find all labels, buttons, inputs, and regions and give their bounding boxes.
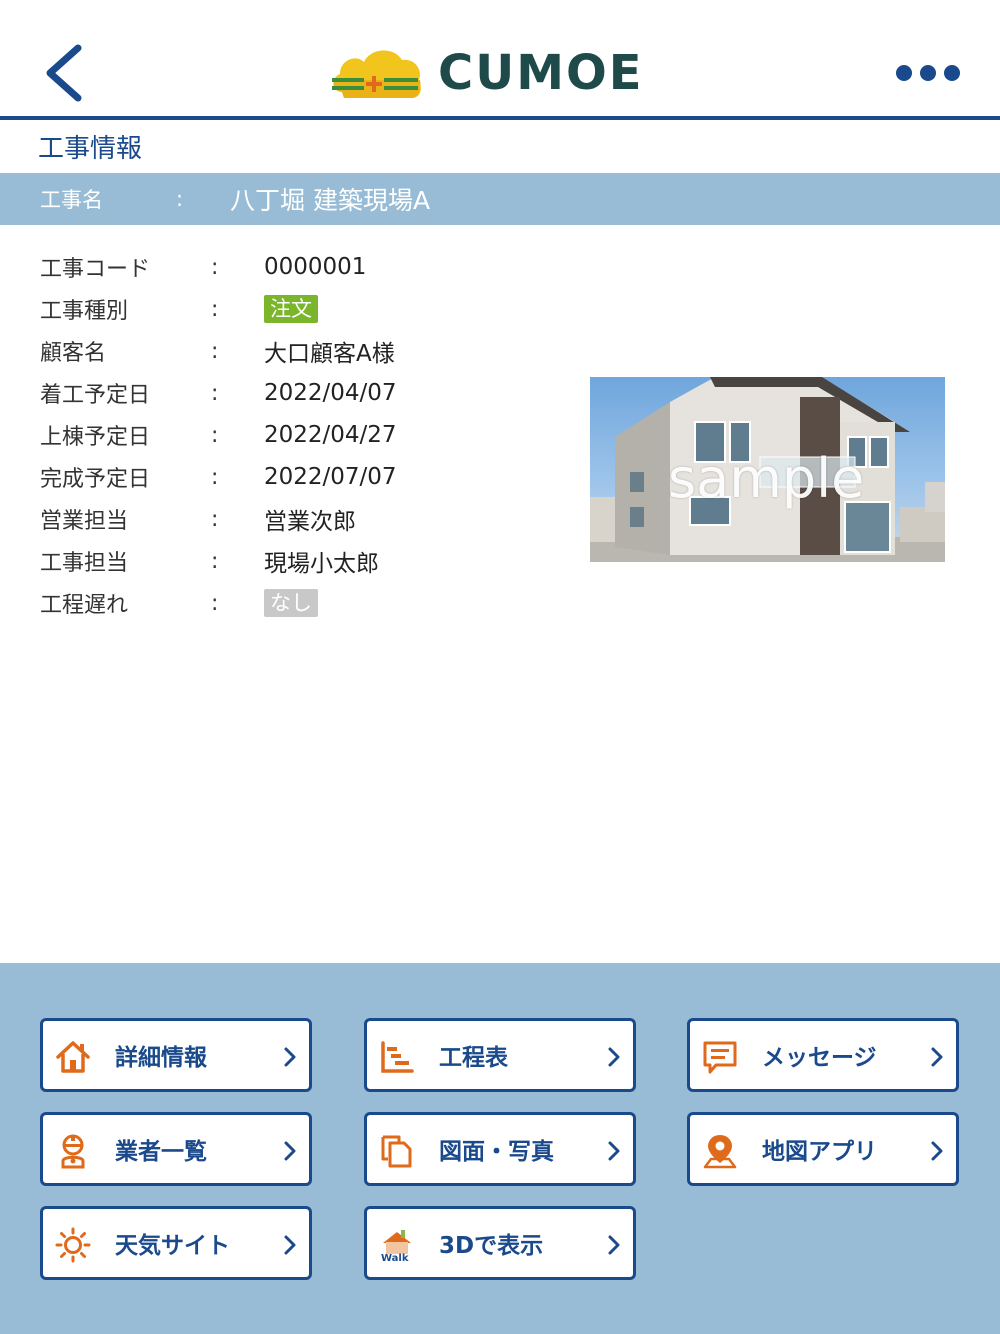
project-name-bar: 工事名 : 八丁堀 建築現場A — [0, 173, 1000, 225]
detail-row-completion-date: 完成予定日 : 2022/07/07 — [0, 456, 580, 498]
detail-colon: : — [211, 338, 219, 364]
order-type-badge: 注文 — [264, 295, 318, 323]
menu-label: 業者一覧 — [115, 1139, 207, 1165]
detail-value: 2022/04/27 — [264, 422, 397, 448]
app-header: CUMOE — [0, 0, 1000, 117]
contractor-list-button[interactable]: 業者一覧 — [40, 1112, 312, 1186]
detail-row-framing-date: 上棟予定日 : 2022/04/27 — [0, 414, 580, 456]
house-photo[interactable]: sample — [590, 377, 945, 562]
menu-label: 天気サイト — [115, 1233, 230, 1259]
detail-label: 工事種別 — [40, 299, 129, 324]
detail-value: 営業次郎 — [264, 509, 356, 535]
detail-value: 2022/07/07 — [264, 464, 397, 490]
more-options-button[interactable] — [896, 58, 960, 88]
detail-row-site-staff: 工事担当 : 現場小太郎 — [0, 540, 580, 582]
detail-colon: : — [211, 254, 219, 280]
back-button[interactable] — [40, 40, 90, 106]
detail-row-delay: 工程遅れ : なし — [0, 582, 580, 624]
chevron-right-icon — [608, 1047, 620, 1067]
detail-colon: : — [211, 506, 219, 532]
detail-label: 営業担当 — [40, 509, 129, 534]
detail-row-customer: 顧客名 : 大口顧客A様 — [0, 330, 580, 372]
logo-text: CUMOE — [438, 45, 644, 101]
chevron-right-icon — [608, 1235, 620, 1255]
detail-colon: : — [211, 422, 219, 448]
menu-panel: 詳細情報 工程表 メッセージ 業者一覧 図面・写真 地図アプリ 天気サイト Wa… — [0, 963, 1000, 1334]
weather-site-button[interactable]: 天気サイト — [40, 1206, 312, 1280]
dot-icon — [920, 65, 936, 81]
detail-label: 工事担当 — [40, 551, 129, 576]
project-name-value: 八丁堀 建築現場A — [230, 186, 431, 215]
cloud-logo-icon — [332, 50, 421, 98]
app-logo: CUMOE — [328, 38, 648, 108]
menu-label: 詳細情報 — [115, 1045, 207, 1071]
detail-colon: : — [211, 548, 219, 574]
svg-text:Walk: Walk — [381, 1253, 409, 1263]
sample-watermark: sample — [668, 447, 865, 510]
view-3d-button[interactable]: Walk 3Dで表示 — [364, 1206, 636, 1280]
dot-icon — [944, 65, 960, 81]
document-copy-icon — [381, 1135, 412, 1168]
walk-in-3d-icon: Walk — [381, 1230, 411, 1263]
detail-label: 上棟予定日 — [40, 425, 151, 450]
section-title: 工事情報 — [38, 134, 143, 164]
message-icon — [703, 1041, 737, 1074]
detail-label: 顧客名 — [40, 341, 107, 366]
menu-label: 3Dで表示 — [439, 1233, 544, 1259]
detail-row-code: 工事コード : 0000001 — [0, 246, 580, 288]
project-name-colon: : — [176, 187, 184, 211]
drawings-photos-button[interactable]: 図面・写真 — [364, 1112, 636, 1186]
worker-icon — [61, 1134, 85, 1169]
detail-value: 大口顧客A様 — [264, 341, 395, 367]
detail-value: 0000001 — [264, 254, 367, 280]
detail-row-type: 工事種別 : 注文 — [0, 288, 580, 330]
detail-colon: : — [211, 590, 219, 616]
chevron-right-icon — [608, 1141, 620, 1161]
detail-value: 現場小太郎 — [264, 551, 379, 577]
detail-value: 2022/04/07 — [264, 380, 397, 406]
chevron-right-icon — [284, 1047, 296, 1067]
chevron-right-icon — [931, 1047, 943, 1067]
menu-label: メッセージ — [762, 1045, 877, 1071]
menu-label: 地図アプリ — [762, 1139, 877, 1165]
menu-label: 図面・写真 — [439, 1139, 554, 1165]
chevron-left-icon — [46, 44, 82, 102]
dot-icon — [896, 65, 912, 81]
project-name-label: 工事名 — [40, 188, 103, 212]
detail-colon: : — [211, 380, 219, 406]
chevron-right-icon — [284, 1141, 296, 1161]
map-pin-icon — [703, 1135, 737, 1169]
gantt-chart-icon — [381, 1041, 414, 1073]
detail-colon: : — [211, 296, 219, 322]
map-app-button[interactable]: 地図アプリ — [687, 1112, 959, 1186]
schedule-button[interactable]: 工程表 — [364, 1018, 636, 1092]
detail-label: 着工予定日 — [40, 383, 151, 408]
detail-colon: : — [211, 464, 219, 490]
message-button[interactable]: メッセージ — [687, 1018, 959, 1092]
detail-label: 工程遅れ — [40, 593, 129, 618]
detail-label: 工事コード — [40, 257, 151, 282]
house-icon — [56, 1041, 90, 1073]
header-divider — [0, 116, 1000, 120]
chevron-right-icon — [284, 1235, 296, 1255]
chevron-right-icon — [931, 1141, 943, 1161]
sun-icon — [55, 1227, 91, 1263]
detail-label: 完成予定日 — [40, 467, 151, 492]
delay-status-badge: なし — [264, 589, 318, 617]
detail-info-button[interactable]: 詳細情報 — [40, 1018, 312, 1092]
detail-row-sales-staff: 営業担当 : 営業次郎 — [0, 498, 580, 540]
detail-row-start-date: 着工予定日 : 2022/04/07 — [0, 372, 580, 414]
menu-label: 工程表 — [439, 1045, 508, 1071]
